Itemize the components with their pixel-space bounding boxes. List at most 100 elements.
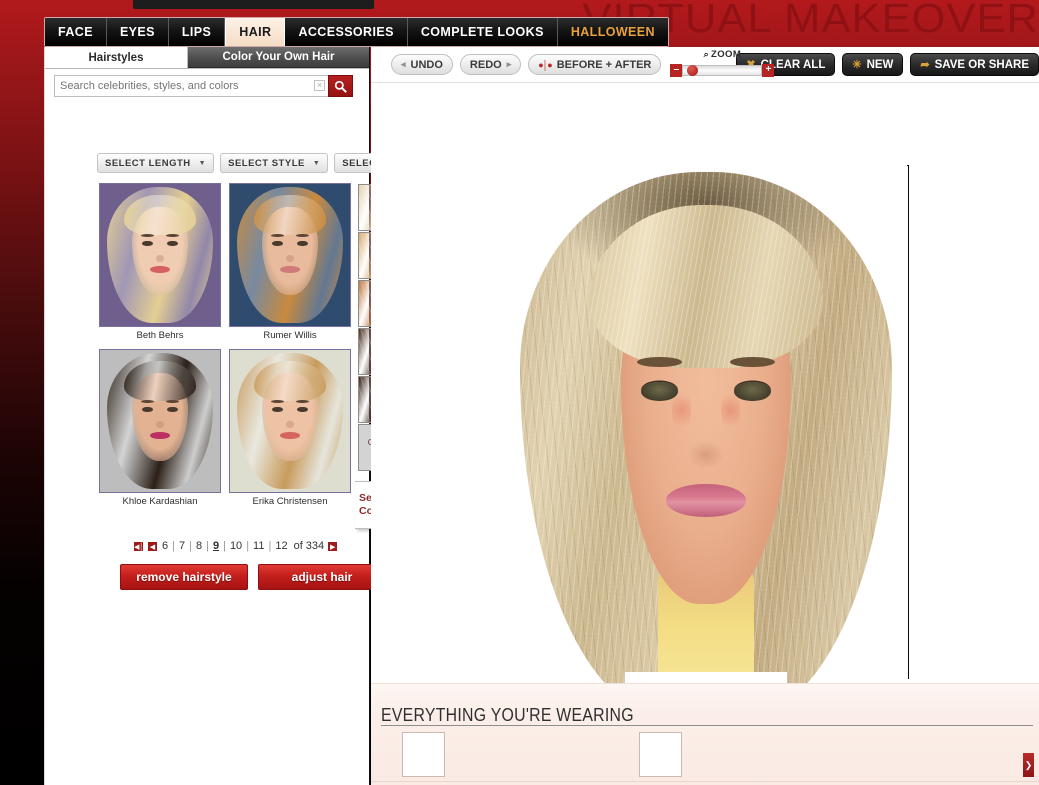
pagination-page-11[interactable]: 11: [252, 540, 265, 552]
panel-tab-color-your-own-hair[interactable]: Color Your Own Hair: [188, 47, 369, 68]
pagination: ◀│ ◀ 6 | 7 | 8 | 9 | 10 | 11 | 12 of 334 ▶: [133, 540, 339, 552]
thumb-brow-left: [270, 399, 284, 403]
thumb-bangs: [254, 361, 326, 402]
pagination-page-8[interactable]: 8: [195, 540, 203, 552]
hairstyle-thumbnail-name: Beth Behrs: [136, 330, 184, 341]
tab-hair[interactable]: HAIR: [225, 18, 286, 46]
hairstyle-thumbnail[interactable]: Beth Behrs: [99, 183, 221, 341]
filter-select-length[interactable]: SELECT LENGTH ▼: [97, 153, 215, 173]
thumb-brow-left: [140, 233, 154, 237]
pagination-next-button[interactable]: ▶: [327, 540, 339, 552]
portrait-lips: [665, 483, 747, 518]
search-row: ×: [54, 75, 353, 97]
zoom-slider-track[interactable]: [682, 64, 763, 76]
thumb-nose: [156, 421, 164, 429]
pagination-page-9[interactable]: 9: [212, 540, 220, 552]
hairstyle-thumbnail-image[interactable]: [99, 349, 221, 493]
hairstyle-thumbnail[interactable]: Khloe Kardashian: [99, 349, 221, 507]
redo-button[interactable]: REDO ▸: [459, 54, 522, 75]
zoom-in-button[interactable]: +: [762, 63, 775, 77]
scroll-right-button[interactable]: ❯: [1023, 753, 1034, 777]
app-root: VIRTUAL MAKEOVER FACE EYES LIPS HAIR ACCESSO…: [0, 0, 1039, 785]
new-label: NEW: [866, 58, 894, 71]
zoom-control: ⌕ ZOOM – +: [670, 49, 775, 80]
everything-youre-wearing-panel: EVERYTHING YOU'RE WEARING ❯: [371, 683, 1039, 785]
redo-label: REDO: [469, 58, 502, 71]
thumb-brow-right: [166, 399, 180, 403]
chevron-left-icon: ◂: [401, 59, 406, 69]
worn-item-slot[interactable]: [639, 732, 682, 777]
portrait-brow-right: [730, 357, 775, 368]
chevron-down-icon: ▼: [198, 159, 207, 167]
search-icon: [334, 80, 347, 93]
thumb-brow-right: [166, 233, 180, 237]
hairstyle-thumbnail-image[interactable]: [229, 183, 351, 327]
split-view-icon: ●│●: [538, 59, 552, 70]
filter-select-style[interactable]: SELECT STYLE ▼: [220, 153, 329, 173]
tab-halloween[interactable]: HALLOWEEN: [557, 18, 668, 46]
zoom-slider[interactable]: – +: [670, 63, 775, 77]
thumb-brow-right: [296, 399, 310, 403]
search-input[interactable]: [54, 75, 328, 97]
makeover-canvas[interactable]: [371, 83, 1039, 728]
magnifier-icon: ⌕: [703, 48, 710, 59]
search-button[interactable]: [328, 75, 353, 97]
pagination-page-12[interactable]: 12: [274, 540, 288, 552]
pagination-separator: |: [268, 540, 272, 552]
pagination-page-7[interactable]: 7: [178, 540, 186, 552]
pagination-separator: |: [172, 540, 175, 552]
hairstyle-thumbnail[interactable]: Rumer Willis: [229, 183, 351, 341]
pagination-separator: |: [206, 540, 209, 552]
pagination-prev-button[interactable]: ◀: [147, 540, 158, 552]
thumbnail-row: Beth Behrs Rumer Willis: [99, 183, 351, 341]
save-or-share-button[interactable]: ➦ SAVE OR SHARE: [910, 53, 1039, 76]
thumb-bangs: [254, 195, 326, 236]
pagination-separator: |: [223, 540, 226, 552]
tab-complete-looks[interactable]: COMPLETE LOOKS: [407, 18, 558, 46]
zoom-out-button[interactable]: –: [670, 63, 683, 77]
adjust-hair-button[interactable]: adjust hair: [258, 564, 386, 590]
thumb-nose: [156, 255, 164, 263]
zoom-label-text: ZOOM: [711, 48, 742, 60]
thumb-brow-left: [270, 233, 284, 237]
hairstyle-thumbnail-image[interactable]: [99, 183, 221, 327]
undo-label: UNDO: [410, 58, 443, 71]
pagination-total: of 334: [293, 540, 325, 552]
tab-lips[interactable]: LIPS: [168, 18, 226, 46]
thumb-brow-left: [140, 399, 154, 403]
zoom-label: ⌕ ZOOM: [670, 49, 774, 60]
new-button[interactable]: ✳ NEW: [842, 53, 904, 76]
before-after-button[interactable]: ●│● BEFORE + AFTER: [528, 54, 662, 75]
undo-button[interactable]: ◂ UNDO: [391, 54, 453, 75]
zoom-slider-handle[interactable]: [687, 64, 699, 76]
tab-face[interactable]: FACE: [45, 18, 107, 46]
thumb-nose: [286, 255, 294, 263]
thumb-brow-right: [296, 233, 310, 237]
pagination-separator: |: [246, 540, 250, 552]
subject-portrait[interactable]: [504, 166, 908, 728]
hairstyle-thumbnail[interactable]: Erika Christensen: [229, 349, 351, 507]
right-area: ◂ UNDO REDO ▸ ●│● BEFORE + AFTER ⌕ ZOOM –: [371, 47, 1039, 785]
left-panel: Hairstyles Color Your Own Hair × SELECT …: [44, 47, 447, 785]
bottom-panel-title: EVERYTHING YOU'RE WEARING: [381, 705, 634, 725]
filter-label: SELECT LENGTH: [105, 157, 191, 169]
tab-eyes[interactable]: EYES: [106, 18, 169, 46]
canvas-toolbar: ◂ UNDO REDO ▸ ●│● BEFORE + AFTER ⌕ ZOOM –: [371, 47, 1039, 83]
pagination-first-button[interactable]: ◀│: [133, 540, 144, 552]
panel-tabs: Hairstyles Color Your Own Hair: [45, 47, 369, 69]
bottom-panel-rule: [381, 725, 1033, 726]
worn-item-slot[interactable]: [402, 732, 445, 777]
search-clear-icon[interactable]: ×: [314, 80, 325, 91]
pagination-page-6[interactable]: 6: [161, 540, 169, 552]
hairstyle-thumbnail-name: Khloe Kardashian: [122, 496, 198, 507]
thumbnail-row: Khloe Kardashian Erika Christensen: [99, 349, 351, 507]
remove-hairstyle-button[interactable]: remove hairstyle: [120, 564, 248, 590]
pagination-separator: |: [189, 540, 192, 552]
panel-tab-hairstyles[interactable]: Hairstyles: [45, 47, 188, 68]
sparkle-icon: ✳: [852, 59, 862, 71]
thumb-nose: [286, 421, 294, 429]
hairstyle-thumbnail-image[interactable]: [229, 349, 351, 493]
pagination-page-10[interactable]: 10: [229, 540, 243, 552]
browser-top-strip: [133, 0, 374, 9]
tab-accessories[interactable]: ACCESSORIES: [285, 18, 408, 46]
